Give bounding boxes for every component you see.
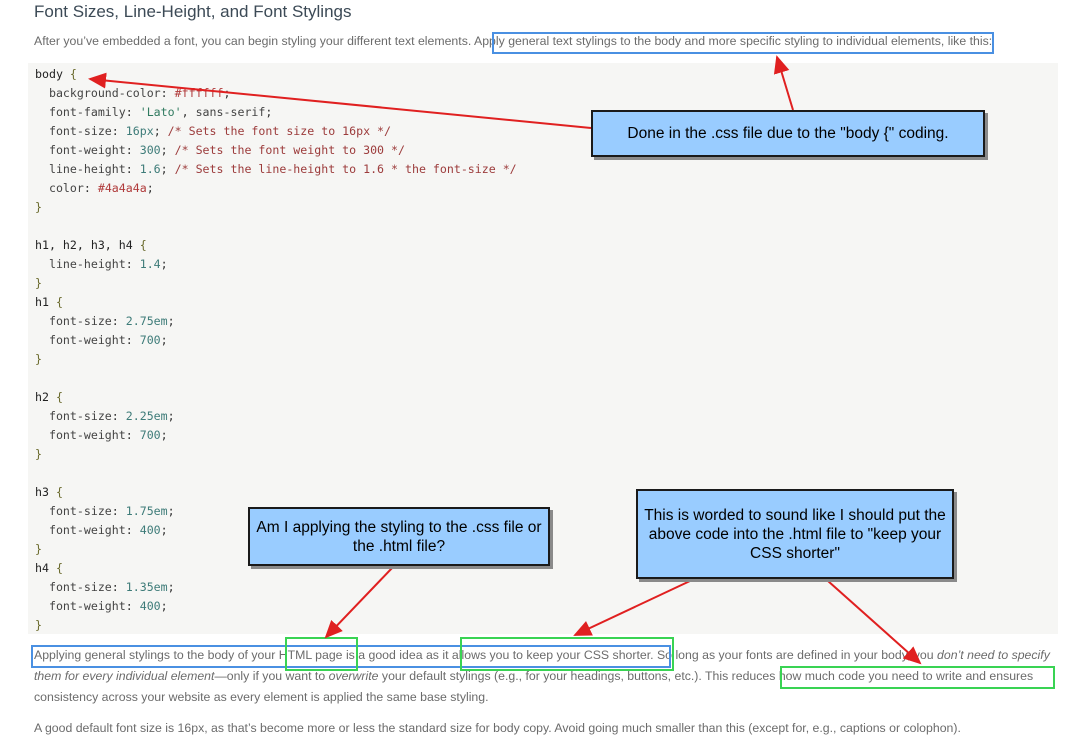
arrow-to-body — [88, 72, 592, 129]
arrow-to-reduces-code — [827, 580, 922, 665]
callout-worded: This is worded to sound like I should pu… — [636, 489, 954, 579]
callout-question: Am I applying the styling to the .css fi… — [248, 507, 550, 566]
callout-text: Done in the .css file due to the "body {… — [627, 125, 949, 142]
callout-text: Am I applying the styling to the .css fi… — [256, 518, 542, 555]
arrow-to-intro — [773, 55, 794, 111]
callout-css-file: Done in the .css file due to the "body {… — [591, 110, 985, 157]
callout-text: This is worded to sound like I should pu… — [644, 506, 946, 562]
arrow-to-html-page — [324, 566, 394, 639]
arrow-to-css-shorter — [573, 580, 691, 636]
